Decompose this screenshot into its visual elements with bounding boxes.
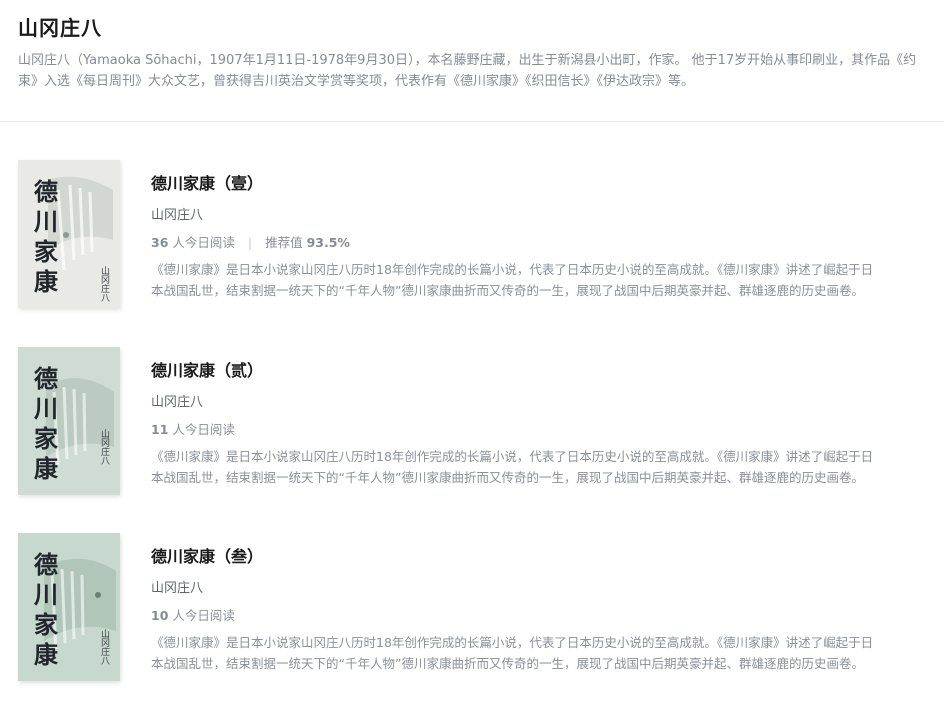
cover-title-char-4: 康 xyxy=(34,454,59,483)
book-cover[interactable]: 德 川 家 康 山冈庄八 xyxy=(18,347,120,495)
book-description: 《德川家康》是日本小说家山冈庄八历时18年创作完成的长篇小说，代表了日本历史小说… xyxy=(151,635,874,671)
author-name: 山冈庄八 xyxy=(18,16,102,40)
cover-title-char-2: 川 xyxy=(34,394,58,423)
cover-title-char-3: 家 xyxy=(34,610,58,639)
cover-author-text: 山冈庄八 xyxy=(99,429,110,465)
cover-title-char-1: 德 xyxy=(34,364,58,393)
book-description: 《德川家康》是日本小说家山冈庄八历时18年创作完成的长篇小说，代表了日本历史小说… xyxy=(151,262,874,298)
book-description: 《德川家康》是日本小说家山冈庄八历时18年创作完成的长篇小说，代表了日本历史小说… xyxy=(151,449,874,485)
book-stats: 11 人今日阅读 xyxy=(151,419,235,438)
book-title[interactable]: 德川家康（叁） xyxy=(151,543,263,567)
cover-title-char-4: 康 xyxy=(34,267,59,296)
book-stats: 10 人今日阅读 xyxy=(151,605,235,624)
book-cover[interactable]: 德 川 家 康 山冈庄八 xyxy=(18,533,120,681)
book-item[interactable]: 德 川 家 康 山冈庄八 德川家康（壹） 山冈庄八 36 人今日阅读 | 推荐值… xyxy=(18,160,918,310)
readers-count: 11 xyxy=(151,422,169,437)
book-author[interactable]: 山冈庄八 xyxy=(151,577,203,596)
readers-count: 36 xyxy=(151,235,169,250)
cover-title-char-4: 康 xyxy=(34,640,59,669)
author-bio: 山冈庄八（Yamaoka Sōhachi，1907年1月11日-1978年9月3… xyxy=(18,53,917,89)
book-author[interactable]: 山冈庄八 xyxy=(151,391,203,410)
book-title[interactable]: 德川家康（壹） xyxy=(151,170,263,194)
cover-title-char-2: 川 xyxy=(34,207,58,236)
cover-title-char-2: 川 xyxy=(34,580,58,609)
divider xyxy=(0,121,944,122)
cover-title-char-3: 家 xyxy=(34,424,58,453)
book-author[interactable]: 山冈庄八 xyxy=(151,204,203,223)
readers-label: 人今日阅读 xyxy=(172,235,235,250)
cover-title-char-1: 德 xyxy=(34,177,58,206)
rating-value: 93.5% xyxy=(306,235,350,250)
rating-label: 推荐值 xyxy=(265,235,303,250)
stats-separator: | xyxy=(247,235,253,250)
cover-author-text: 山冈庄八 xyxy=(99,629,110,665)
readers-label: 人今日阅读 xyxy=(172,422,235,437)
cover-author-text: 山冈庄八 xyxy=(99,266,110,302)
cover-title-char-1: 德 xyxy=(34,550,58,579)
cover-title-char-3: 家 xyxy=(34,237,58,266)
book-item[interactable]: 德 川 家 康 山冈庄八 德川家康（叁） 山冈庄八 10 人今日阅读 《德川家康… xyxy=(18,533,918,683)
readers-count: 10 xyxy=(151,608,169,623)
book-stats: 36 人今日阅读 | 推荐值 93.5% xyxy=(151,232,350,251)
readers-label: 人今日阅读 xyxy=(172,608,235,623)
book-item[interactable]: 德 川 家 康 山冈庄八 德川家康（贰） 山冈庄八 11 人今日阅读 《德川家康… xyxy=(18,347,918,497)
book-title[interactable]: 德川家康（贰） xyxy=(151,357,263,381)
book-cover[interactable]: 德 川 家 康 山冈庄八 xyxy=(18,160,120,308)
